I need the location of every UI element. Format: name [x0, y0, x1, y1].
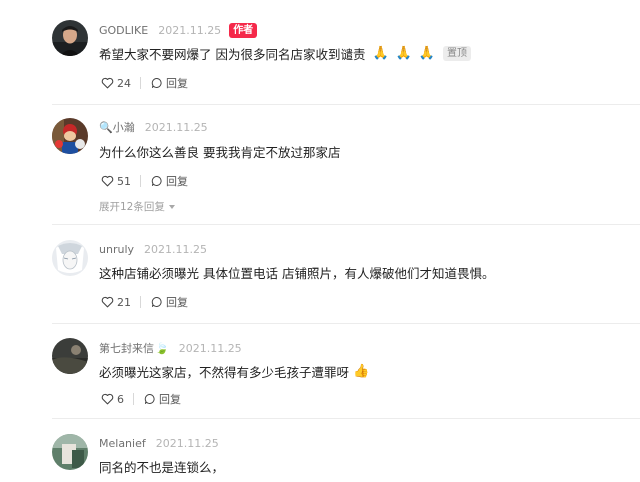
reply-button[interactable]: 回复	[151, 75, 188, 91]
divider	[140, 77, 141, 89]
leaf-emoji: 🍃	[155, 341, 169, 355]
comment-meta: 第七封来信 🍃 2021.11.25	[99, 340, 242, 356]
comment-actions: 24 回复	[101, 74, 188, 92]
comment-bubble-icon	[151, 176, 162, 186]
reply-button[interactable]: 回复	[151, 294, 188, 310]
comment-item: GODLIKE 2021.11.25 作者 希望大家不要网爆了 因为很多同名店家…	[0, 0, 640, 108]
comment-meta: Melanief 2021.11.25	[99, 435, 219, 451]
like-count: 24	[117, 76, 131, 90]
pray-emoji: 🙏	[372, 45, 389, 61]
comment-date: 2021.11.25	[144, 242, 207, 256]
comment-date: 2021.11.25	[158, 23, 222, 37]
like-button[interactable]: 24	[101, 77, 131, 90]
comment-item: 第七封来信 🍃 2021.11.25 必须曝光这家店，不然得有多少毛孩子遭罪呀 …	[0, 324, 640, 419]
divider	[140, 175, 141, 187]
comment-meta: 🔍小瀚 2021.11.25	[99, 119, 208, 135]
comment-text-row: 为什么你这么善良 要我我肯定不放过那家店	[99, 142, 340, 161]
comment-text: 这种店铺必须曝光 具体位置电话 店铺照片，有人爆破他们才知道畏惧。	[99, 266, 495, 281]
comment-date: 2021.11.25	[144, 120, 208, 134]
heart-icon	[101, 393, 114, 405]
comment-text: 同名的不也是连锁么，	[99, 460, 225, 475]
comment-meta: GODLIKE 2021.11.25 作者	[99, 22, 258, 38]
avatar[interactable]	[52, 240, 88, 276]
chevron-down-icon	[168, 204, 175, 209]
thumbs-up-emoji: 👍	[353, 363, 370, 379]
reply-label: 回复	[159, 393, 181, 406]
username[interactable]: unruly	[99, 243, 134, 256]
comment-item: 🔍小瀚 2021.11.25 为什么你这么善良 要我我肯定不放过那家店 51 回…	[0, 105, 640, 225]
comment-text-row: 同名的不也是连锁么，	[99, 457, 224, 476]
heart-icon	[101, 77, 114, 89]
comment-item: Melanief 2021.11.25 同名的不也是连锁么，	[0, 419, 640, 482]
author-badge: 作者	[229, 22, 258, 38]
reply-button[interactable]: 回复	[144, 391, 181, 407]
comment-date: 2021.11.25	[155, 436, 219, 450]
pray-emoji: 🙏	[418, 45, 436, 61]
comment-date: 2021.11.25	[178, 341, 242, 355]
comment-text: 希望大家不要网爆了 因为很多同名店家收到谴责	[99, 47, 366, 62]
heart-icon	[101, 296, 114, 308]
reply-label: 回复	[166, 296, 188, 309]
pinned-badge: 置顶	[443, 46, 472, 61]
reply-button[interactable]: 回复	[151, 173, 188, 189]
username[interactable]: 🔍小瀚	[99, 119, 135, 135]
expand-replies-button[interactable]: 展开12条回复	[99, 199, 175, 214]
comment-item: unruly 2021.11.25 这种店铺必须曝光 具体位置电话 店铺照片，有…	[0, 225, 640, 324]
avatar[interactable]	[52, 434, 88, 470]
comment-text-row: 希望大家不要网爆了 因为很多同名店家收到谴责 🙏 🙏 🙏 置顶	[99, 44, 472, 63]
comment-actions: 51 回复	[101, 172, 188, 190]
comment-meta: unruly 2021.11.25	[99, 241, 207, 257]
heart-icon	[101, 175, 114, 187]
comment-text: 为什么你这么善良 要我我肯定不放过那家店	[99, 145, 341, 160]
pray-emoji: 🙏	[395, 45, 412, 61]
comment-actions: 21 回复	[101, 293, 188, 311]
username[interactable]: Melanief	[99, 437, 146, 450]
comment-text: 必须曝光这家店，不然得有多少毛孩子遭罪呀	[99, 365, 350, 380]
comment-bubble-icon	[144, 394, 155, 404]
username[interactable]: 第七封来信	[99, 340, 154, 356]
like-count: 6	[117, 392, 124, 406]
like-count: 21	[117, 295, 131, 309]
comment-text-row: 这种店铺必须曝光 具体位置电话 店铺照片，有人爆破他们才知道畏惧。	[99, 263, 494, 282]
comment-bubble-icon	[151, 78, 162, 88]
avatar[interactable]	[52, 20, 88, 56]
avatar[interactable]	[52, 338, 88, 374]
avatar[interactable]	[52, 118, 88, 154]
comment-text-row: 必须曝光这家店，不然得有多少毛孩子遭罪呀 👍	[99, 362, 369, 381]
like-button[interactable]: 6	[101, 393, 124, 406]
expand-replies-label: 展开12条回复	[99, 201, 165, 213]
reply-label: 回复	[166, 175, 188, 188]
reply-label: 回复	[166, 77, 188, 90]
like-button[interactable]: 21	[101, 296, 131, 309]
like-button[interactable]: 51	[101, 175, 131, 188]
divider	[140, 296, 141, 308]
divider	[133, 393, 134, 405]
like-count: 51	[117, 174, 131, 188]
username[interactable]: GODLIKE	[99, 24, 148, 37]
comment-actions: 6 回复	[101, 390, 181, 408]
comment-bubble-icon	[151, 297, 162, 307]
